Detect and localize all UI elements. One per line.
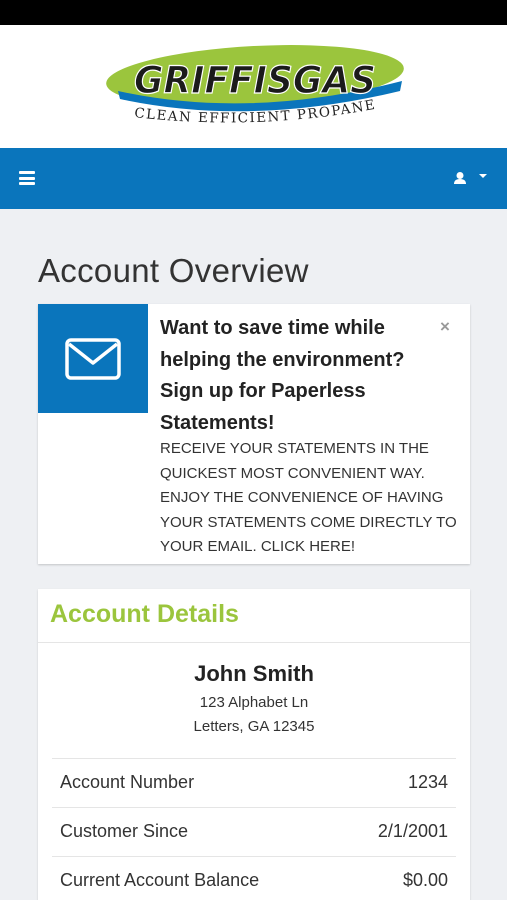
account-details-card: Account Details John Smith 123 Alphabet … [38,589,470,900]
caret-down-icon [479,174,487,178]
logo-wordmark: GRIFFISGAS [134,59,376,102]
user-menu-button[interactable] [448,167,492,191]
detail-value: $0.00 [402,870,448,890]
promo-icon-box [38,304,148,413]
paperless-promo-card[interactable]: Want to save time while helping the envi… [38,304,470,564]
account-details-header: Account Details [38,589,470,643]
promo-heading: Want to save time while helping the envi… [160,317,405,434]
detail-value: 2/1/2001 [377,821,448,841]
detail-label: Customer Since [60,821,189,841]
close-icon[interactable]: × [436,318,454,336]
detail-row-customer-since: Customer Since 2/1/2001 [52,807,456,856]
logo-header: GRIFFISGAS CLEAN EFFICIENT PROPANE [0,25,507,148]
detail-row-account-number: Account Number 1234 [52,758,456,807]
page-title: Account Overview [38,252,309,289]
customer-address-line1: 123 Alphabet Ln [199,694,309,711]
user-icon [454,172,466,184]
detail-label: Account Number [60,772,195,792]
hamburger-menu-icon[interactable] [19,171,35,185]
detail-label: Current Account Balance [60,870,260,890]
detail-value: 1234 [407,772,448,792]
promo-body-link[interactable]: Receive your statements in the quickest … [160,437,460,560]
detail-row-current-balance: Current Account Balance $0.00 [52,856,456,900]
account-details-title: Account Details [50,600,239,628]
griffis-gas-logo: GRIFFISGAS CLEAN EFFICIENT PROPANE [106,45,404,126]
customer-address-line2: Letters, GA 12345 [193,718,315,735]
envelope-icon [65,338,121,380]
customer-name: John Smith [194,661,314,686]
top-navbar [0,148,507,209]
status-bar [0,0,507,25]
